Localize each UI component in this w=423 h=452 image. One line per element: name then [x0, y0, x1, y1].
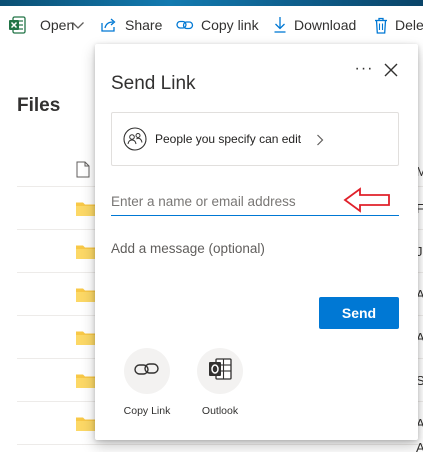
- outlook-circle: [197, 348, 243, 394]
- open-dropdown-chevron[interactable]: [71, 6, 89, 44]
- copy-link-circle: [124, 348, 170, 394]
- folder-icon[interactable]: [76, 330, 96, 351]
- link-permission-selector[interactable]: People you specify can edit: [111, 112, 399, 166]
- delete-label: Dele: [395, 17, 423, 33]
- folder-icon[interactable]: [76, 416, 96, 437]
- copy-link-label: Copy link: [201, 17, 259, 33]
- close-button[interactable]: [383, 62, 401, 80]
- folder-icon[interactable]: [76, 201, 96, 222]
- close-icon: [383, 63, 399, 82]
- download-icon: [273, 16, 287, 34]
- trash-icon: [374, 17, 388, 34]
- annotation-arrow-icon: [343, 185, 391, 215]
- send-link-dialog: Send Link ··· People you specify can edi…: [95, 44, 418, 440]
- message-input[interactable]: [111, 236, 399, 260]
- copy-link-option-label: Copy Link: [123, 405, 171, 417]
- copy-link-option[interactable]: Copy Link: [117, 348, 177, 417]
- share-icon: [100, 17, 118, 33]
- outlook-icon: [207, 357, 233, 386]
- open-label: Open: [40, 17, 75, 33]
- people-icon: [123, 127, 147, 151]
- delete-button[interactable]: Dele: [374, 6, 423, 44]
- row-modified-cell: A: [416, 440, 423, 452]
- send-button[interactable]: Send: [319, 297, 399, 329]
- open-button[interactable]: Open: [8, 6, 74, 44]
- file-type-header-icon: [76, 161, 90, 183]
- download-button[interactable]: Download: [273, 6, 356, 44]
- command-bar: Open Share Copy link Download Dele: [0, 6, 423, 44]
- page-title: Files: [17, 95, 61, 116]
- dialog-title: Send Link: [111, 73, 196, 94]
- outlook-option-label: Outlook: [201, 405, 239, 417]
- share-button[interactable]: Share: [100, 6, 162, 44]
- outlook-option[interactable]: Outlook: [190, 348, 250, 417]
- copy-link-button[interactable]: Copy link: [176, 6, 259, 44]
- excel-icon: [8, 16, 26, 34]
- chevron-right-icon: [315, 133, 325, 147]
- folder-icon[interactable]: [76, 373, 96, 394]
- folder-icon[interactable]: [76, 287, 96, 308]
- share-label: Share: [125, 17, 163, 33]
- folder-icon[interactable]: [76, 244, 96, 265]
- link-icon: [176, 18, 194, 32]
- permission-text: People you specify can edit: [155, 132, 302, 146]
- row-divider: [17, 444, 423, 445]
- download-label: Download: [294, 17, 357, 33]
- more-options-button[interactable]: ···: [353, 61, 375, 80]
- chevron-down-icon: [71, 20, 85, 30]
- link-icon: [134, 360, 160, 383]
